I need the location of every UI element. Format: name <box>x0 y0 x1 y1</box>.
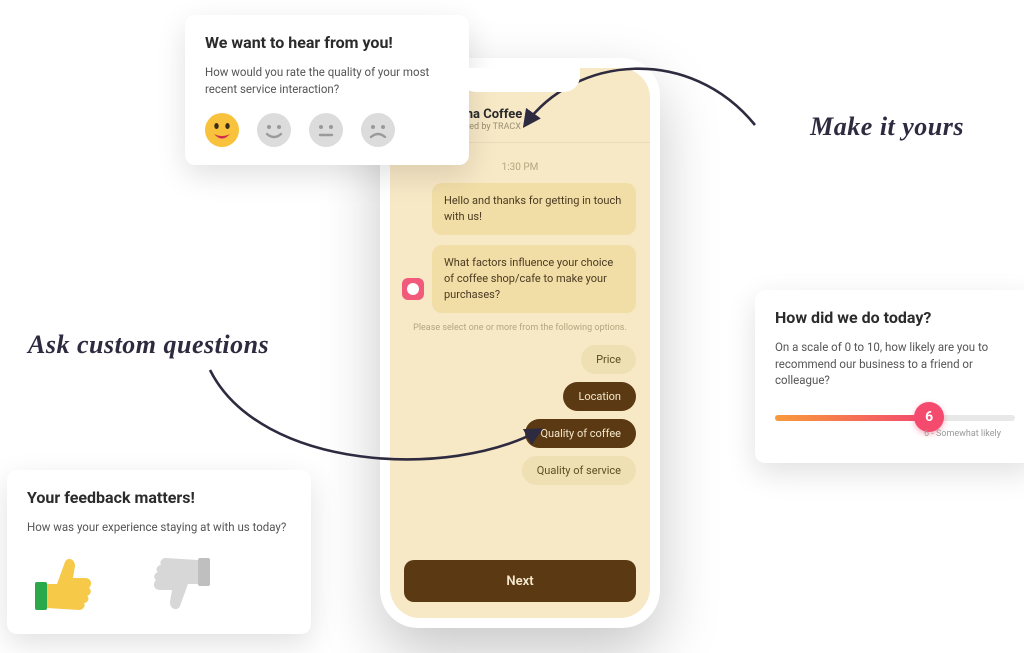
card-question: How was your experience staying at with … <box>27 519 291 536</box>
option-location[interactable]: Location <box>563 382 636 411</box>
answer-options: Price Location Quality of coffee Quality… <box>404 345 636 485</box>
emoji-smile[interactable] <box>257 113 291 147</box>
card-title: How did we do today? <box>775 308 1015 327</box>
annotation-make-it-yours: Make it yours <box>810 112 964 142</box>
bot-avatar-icon <box>402 278 424 300</box>
annotation-ask-custom: Ask custom questions <box>28 330 269 360</box>
phone-notch <box>460 68 580 92</box>
emoji-happy-selected[interactable] <box>205 113 239 147</box>
option-quality-coffee[interactable]: Quality of coffee <box>525 419 636 448</box>
chat-area: 1:30 PM Hello and thanks for getting in … <box>390 150 650 550</box>
card-title: We want to hear from you! <box>205 33 449 52</box>
card-question: How would you rate the quality of your m… <box>205 64 449 97</box>
option-price[interactable]: Price <box>581 345 636 374</box>
selection-hint: Please select one or more from the follo… <box>404 323 636 333</box>
thumb-row <box>27 552 291 616</box>
slider-thumb[interactable]: 6 <box>914 402 944 432</box>
card-nps: How did we do today? On a scale of 0 to … <box>755 290 1024 463</box>
thumbs-up-icon[interactable] <box>31 552 95 616</box>
card-hear-from-you: We want to hear from you! How would you … <box>185 15 469 165</box>
thumbs-down-icon[interactable] <box>150 552 214 616</box>
option-quality-service[interactable]: Quality of service <box>522 456 636 485</box>
emoji-neutral[interactable] <box>309 113 343 147</box>
chat-message: What factors influence your choice of co… <box>432 245 636 313</box>
slider-fill <box>775 415 924 421</box>
nps-slider[interactable]: 6 6 - Somewhat likely <box>775 405 1015 445</box>
card-feedback-matters: Your feedback matters! How was your expe… <box>7 470 311 634</box>
emoji-rating-row <box>205 113 449 147</box>
next-button[interactable]: Next <box>404 560 636 602</box>
emoji-sad[interactable] <box>361 113 395 147</box>
card-question: On a scale of 0 to 10, how likely are yo… <box>775 339 1015 389</box>
chat-message: Hello and thanks for getting in touch wi… <box>432 183 636 235</box>
card-title: Your feedback matters! <box>27 488 291 507</box>
slider-caption: 6 - Somewhat likely <box>924 429 1001 439</box>
